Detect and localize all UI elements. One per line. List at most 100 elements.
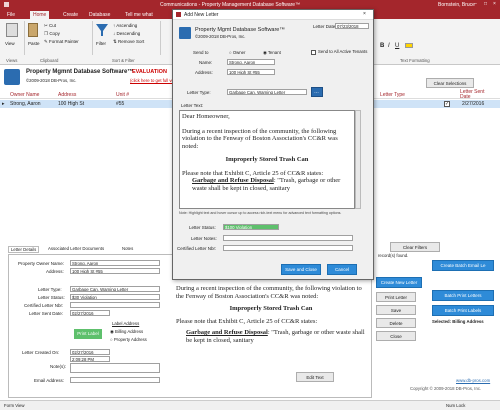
tab-database[interactable]: Database [86, 11, 113, 19]
letter-type-field[interactable]: Garbage Can, Warning Letter [70, 286, 160, 292]
billing-address-radio[interactable]: ◉ Billing Address [110, 329, 143, 335]
print-letter-button[interactable]: Print Letter [376, 292, 416, 302]
name-select[interactable]: Strong, Aaron [227, 59, 275, 65]
remove-sort-button[interactable]: ⇅ Remove Sort [113, 39, 144, 45]
email-field[interactable] [70, 377, 160, 383]
filter-button[interactable]: Filter [96, 41, 106, 46]
edit-text-button[interactable]: Edit Text [296, 372, 334, 382]
sent-date-field[interactable]: 02/27/2016 [70, 310, 110, 316]
col-letter-type[interactable]: Letter Type [380, 92, 405, 98]
evaluation-label: EVALUATION [132, 69, 167, 75]
descending-button[interactable]: ↓ Descending [113, 31, 140, 36]
send-all-tenants-checkbox[interactable] [311, 50, 316, 55]
tab-file[interactable]: File [4, 11, 18, 19]
group-label-sort-filter: Sort & Filter [112, 58, 135, 63]
tab-notes[interactable]: Notes [120, 246, 135, 251]
website-link[interactable]: www.db-pros.com [456, 378, 490, 383]
radio-empty-icon: ○ [110, 337, 113, 342]
address-field[interactable]: 100 High St #55 [70, 268, 160, 274]
tab-letter-details[interactable]: Letter Details [8, 246, 40, 253]
letter-text-scrollbar[interactable] [355, 110, 361, 209]
copy-button[interactable]: ❐ Copy [44, 31, 60, 37]
divider [24, 21, 25, 55]
cancel-button[interactable]: Cancel [327, 264, 357, 275]
preview-bold: Garbage and Refuse Disposal [186, 329, 268, 336]
print-label-button[interactable]: Print Label [74, 329, 102, 339]
divider [160, 21, 161, 55]
col-unit[interactable]: Unit # [116, 92, 129, 98]
preview-line2: Please note that Exhibit C, Article 25 o… [176, 317, 318, 325]
letter-text-editor[interactable]: Dear Homeowner, During a recent inspecti… [179, 110, 355, 209]
letter-preview: During a recent inspection of the commun… [176, 285, 366, 385]
create-batch-email-button[interactable]: Create Batch Email Le [432, 260, 494, 271]
col-letter-sent-date[interactable]: Letter Sent Date [460, 90, 486, 100]
owner-name-field[interactable]: Strong, Aaron [70, 260, 160, 266]
preview-line1: During a recent inspection of the commun… [176, 285, 362, 300]
address-field[interactable]: 100 High St #55 [227, 69, 275, 75]
filter-icon[interactable] [96, 23, 108, 37]
letter-paragraph: Garbage and Refuse Disposal: "Trash, gar… [182, 177, 352, 192]
batch-print-letters-button[interactable]: Batch Print Letters [432, 290, 494, 301]
tab-tell-me[interactable]: Tell me what [122, 11, 156, 19]
dialog-close-icon[interactable]: × [363, 11, 366, 17]
letter-status-select[interactable]: $30 Violation [70, 294, 160, 300]
label-certified: Certified Letter Nbr: [24, 303, 64, 308]
certified-field[interactable] [223, 245, 353, 251]
minimize-icon[interactable]: – [474, 1, 477, 7]
dialog-copyright: ©2009-2018 DB-Pros, Inc. [195, 34, 246, 39]
add-new-letter-dialog: Add New Letter × Property Mgmt Database … [172, 9, 374, 280]
name-label: Name: [199, 60, 213, 65]
row-selector-icon[interactable]: ▸ [2, 101, 5, 107]
letter-status-label: Letter Status: [189, 225, 216, 230]
label-address: Address: [46, 269, 64, 274]
tab-associated-docs[interactable]: Associated Letter Documents [46, 246, 106, 251]
ascending-button[interactable]: ↑ Ascending [113, 23, 137, 28]
save-button[interactable]: Save [376, 305, 416, 315]
col-owner-name[interactable]: Owner Name [10, 92, 39, 98]
letter-notes-field[interactable] [223, 235, 353, 241]
status-form-view: Form View [4, 403, 25, 408]
notes-field[interactable] [70, 363, 160, 373]
col-address[interactable]: Address [58, 92, 76, 98]
create-new-letter-button[interactable]: Create New Letter [376, 277, 422, 288]
cut-button[interactable]: ✂ Cut [44, 23, 56, 29]
letter-date-field[interactable]: 07/23/2018 [335, 23, 369, 29]
row-checkbox[interactable]: ✓ [444, 101, 450, 107]
letter-type-label: Letter Type: [187, 90, 211, 95]
status-num-lock: Num Lock [446, 403, 466, 408]
brush-icon: ✎ [44, 39, 48, 44]
paste-button[interactable]: Paste [28, 41, 40, 46]
close-button[interactable]: Close [376, 331, 416, 341]
batch-print-labels-button[interactable]: Batch Print Labels [432, 305, 494, 316]
letter-heading: Improperly Stored Trash Can [225, 156, 309, 163]
save-and-close-button[interactable]: Save and Close [281, 264, 321, 275]
property-address-radio[interactable]: ○ Property Address [110, 337, 147, 342]
letter-type-select[interactable]: Garbage Can, Warning Letter [227, 89, 307, 95]
tenant-radio[interactable]: ◉ Tenant [263, 50, 281, 56]
bold-button[interactable]: B [380, 43, 384, 49]
maximize-icon[interactable]: □ [484, 1, 487, 7]
certified-field[interactable] [70, 302, 160, 308]
format-painter-button[interactable]: ✎ Format Painter [44, 39, 79, 45]
view-button[interactable]: View [5, 41, 15, 46]
letter-line2: Please note that Exhibit C, Article 25 o… [182, 169, 324, 177]
view-icon[interactable] [6, 23, 18, 37]
letter-bold: Garbage and Refuse Disposal [192, 177, 274, 184]
tab-create[interactable]: Create [60, 11, 81, 19]
letter-status-select[interactable]: $100 Violation [223, 224, 279, 230]
selected-address-label: Selected: Billing Address [432, 319, 484, 324]
delete-button[interactable]: Delete [376, 318, 416, 328]
underline-button[interactable]: U [395, 43, 399, 49]
dialog-titlebar: Add New Letter × [173, 10, 373, 20]
owner-radio[interactable]: ○ Owner [229, 50, 245, 55]
app-header-name: Property Mgmnt Database Software™ [26, 69, 134, 75]
close-icon[interactable]: × [493, 1, 496, 7]
clear-selections-button[interactable]: Clear Selections [426, 78, 474, 88]
browse-letter-type-button[interactable]: … [311, 87, 323, 97]
clear-filters-button[interactable]: Clear Filters [390, 242, 440, 252]
paste-icon[interactable] [28, 23, 38, 37]
italic-button[interactable]: I [388, 43, 390, 49]
label-address-heading: Label Address [112, 321, 140, 326]
highlight-color-icon[interactable] [405, 43, 413, 48]
tab-home[interactable]: Home [30, 11, 50, 19]
